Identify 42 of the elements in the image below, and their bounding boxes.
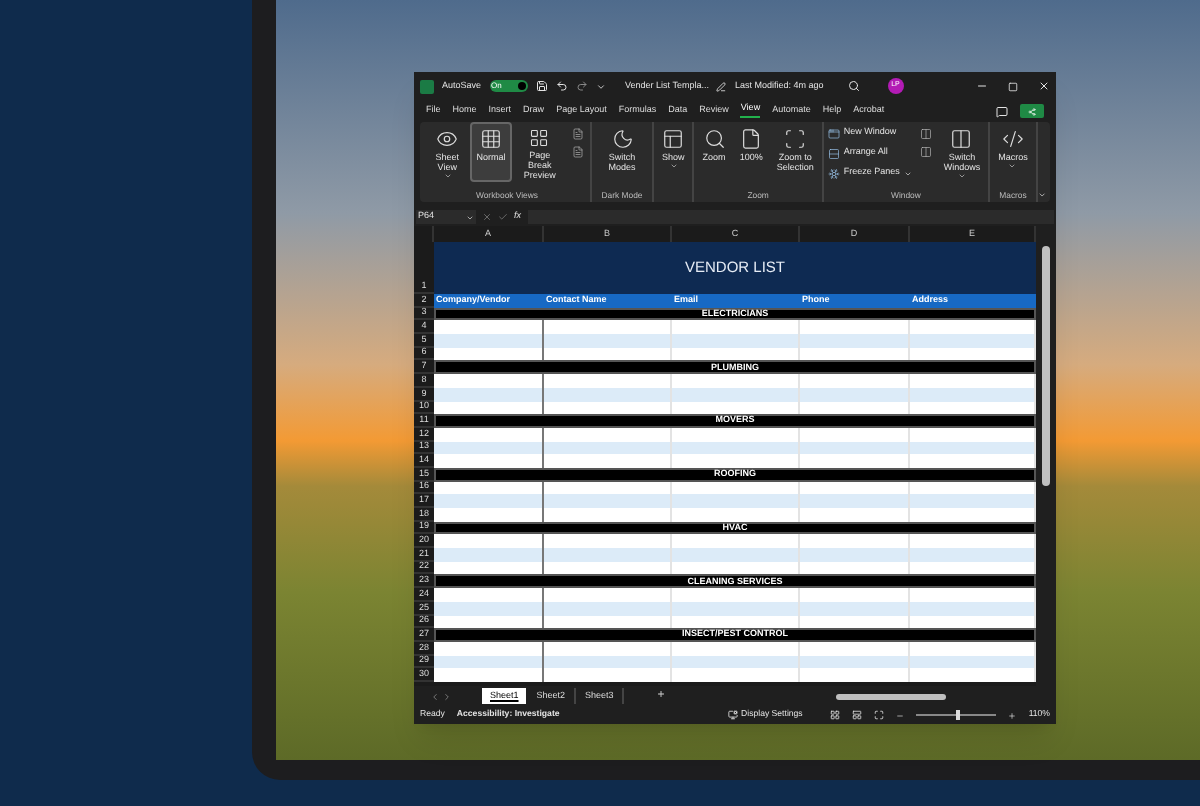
display-icon xyxy=(727,710,738,720)
formula-field[interactable] xyxy=(527,210,1054,224)
window-icon xyxy=(827,127,840,139)
collapse-icon[interactable] xyxy=(1037,190,1046,200)
enter-icon[interactable] xyxy=(498,212,508,222)
comment-icon[interactable] xyxy=(996,105,1008,117)
rows-icon xyxy=(827,147,840,159)
document-icon[interactable] xyxy=(571,146,584,158)
save-icon[interactable] xyxy=(535,80,548,92)
pen-icon xyxy=(716,81,727,91)
redo-icon[interactable] xyxy=(575,80,588,92)
snowflake-icon xyxy=(827,167,840,179)
page-grid-icon xyxy=(528,128,551,148)
scan-icon xyxy=(784,128,807,150)
normal-view-icon[interactable] xyxy=(830,710,841,720)
document-icon[interactable] xyxy=(571,128,584,140)
zoom-out-icon[interactable] xyxy=(896,711,905,719)
minimize-icon[interactable] xyxy=(976,80,988,92)
undo-icon[interactable] xyxy=(555,80,568,92)
code-icon xyxy=(1001,128,1024,150)
caret-icon[interactable] xyxy=(595,81,606,91)
page-icon xyxy=(740,128,763,150)
columns-icon xyxy=(950,128,973,150)
grid-icon xyxy=(480,128,503,150)
moon-icon xyxy=(611,128,633,150)
app-logo-icon xyxy=(420,79,434,93)
columns-icon[interactable] xyxy=(919,128,932,140)
close-icon[interactable] xyxy=(1038,80,1050,92)
search-icon xyxy=(703,128,726,150)
page-break-icon[interactable] xyxy=(874,710,885,720)
panel-icon xyxy=(662,128,685,150)
share-icon xyxy=(1028,107,1036,115)
eye-icon xyxy=(436,128,459,150)
next-sheet-icon[interactable] xyxy=(442,691,452,701)
maximize-icon[interactable] xyxy=(1008,81,1018,91)
search-icon[interactable] xyxy=(847,80,860,92)
page-layout-icon[interactable] xyxy=(852,710,863,720)
previous-sheet-icon[interactable] xyxy=(430,691,440,701)
zoom-in-icon[interactable] xyxy=(1008,711,1017,719)
columns-icon[interactable] xyxy=(919,146,932,158)
share-button[interactable] xyxy=(1020,104,1044,118)
vertical-scrollbar[interactable] xyxy=(1036,226,1056,686)
